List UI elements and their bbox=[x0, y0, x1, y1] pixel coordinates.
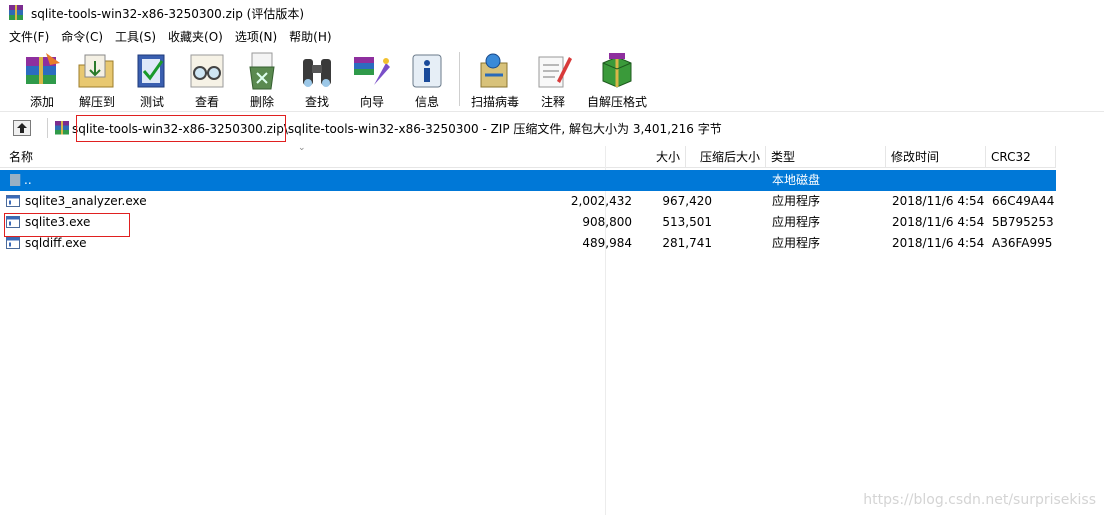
menu-help[interactable]: 帮助(H) bbox=[283, 27, 337, 47]
extract-folder-icon bbox=[78, 54, 114, 88]
menu-favorites[interactable]: 收藏夹(O) bbox=[162, 27, 229, 47]
row-size: 2,002,432 bbox=[570, 194, 632, 208]
find-label: 查找 bbox=[304, 95, 329, 109]
annotation-box-zip-name bbox=[76, 115, 286, 142]
row-crc32: A36FA995 bbox=[992, 236, 1053, 250]
file-list-header: ⌄ 名称 大小 压缩后大小 类型 修改时间 CRC32 bbox=[0, 143, 1056, 168]
extract-button[interactable]: 解压到 bbox=[70, 48, 124, 110]
info-label: 信息 bbox=[414, 95, 439, 109]
test-button[interactable]: 测试 bbox=[125, 48, 179, 110]
view-label: 查看 bbox=[194, 95, 219, 109]
delete-button[interactable]: 删除 bbox=[235, 48, 289, 110]
sfx-label: 自解压格式 bbox=[586, 95, 647, 109]
zip-archive-icon bbox=[55, 121, 69, 135]
find-button[interactable]: 查找 bbox=[290, 48, 344, 110]
row-size: 908,800 bbox=[582, 215, 632, 229]
add-label: 添加 bbox=[29, 95, 54, 109]
column-packed-size[interactable]: 压缩后大小 bbox=[686, 146, 766, 168]
window-title: sqlite-tools-win32-x86-3250300.zip (评估版本… bbox=[31, 6, 305, 21]
row-type: 应用程序 bbox=[772, 215, 821, 229]
winrar-app-icon bbox=[9, 5, 23, 20]
row-modified: 2018/11/6 4:54 bbox=[892, 236, 985, 250]
extract-label: 解压到 bbox=[78, 95, 115, 109]
scan-virus-label: 扫描病毒 bbox=[470, 95, 519, 109]
view-glasses-icon bbox=[190, 54, 224, 88]
row-type: 应用程序 bbox=[772, 194, 821, 208]
wizard-label: 向导 bbox=[359, 95, 384, 109]
sfx-button[interactable]: 自解压格式 bbox=[581, 48, 653, 110]
menu-options[interactable]: 选项(N) bbox=[229, 27, 283, 47]
annotation-box-sqlite3 bbox=[4, 213, 130, 237]
column-type[interactable]: 类型 bbox=[766, 146, 886, 168]
column-modified[interactable]: 修改时间 bbox=[886, 146, 986, 168]
row-name: sqlite3_analyzer.exe bbox=[25, 194, 147, 208]
comment-button[interactable]: 注释 bbox=[526, 48, 580, 110]
row-size: 489,984 bbox=[582, 236, 632, 250]
row-type: 本地磁盘 bbox=[772, 173, 821, 187]
file-list: .. 本地磁盘 sqlite3_analyzer.exe 2,002,432 9… bbox=[0, 170, 1104, 254]
exe-file-icon bbox=[6, 237, 20, 249]
winrar-window: sqlite-tools-win32-x86-3250300.zip (评估版本… bbox=[0, 0, 1104, 515]
comment-label: 注释 bbox=[540, 95, 565, 109]
title-bar: sqlite-tools-win32-x86-3250300.zip (评估版本… bbox=[0, 0, 1104, 26]
column-crc32[interactable]: CRC32 bbox=[986, 146, 1056, 168]
address-separator bbox=[47, 118, 48, 138]
up-folder-button[interactable] bbox=[13, 120, 31, 136]
row-packed-size: 281,741 bbox=[662, 236, 712, 250]
delete-recycle-icon bbox=[249, 52, 275, 90]
exe-file-icon bbox=[6, 195, 20, 207]
row-name: .. bbox=[24, 173, 32, 187]
row-type: 应用程序 bbox=[772, 236, 821, 250]
parent-folder-icon bbox=[10, 174, 21, 186]
comment-pen-icon bbox=[538, 56, 572, 88]
table-row[interactable]: sqlite3_analyzer.exe 2,002,432 967,420 应… bbox=[0, 191, 1056, 212]
row-crc32: 5B795253 bbox=[992, 215, 1054, 229]
column-size[interactable]: 大小 bbox=[606, 146, 686, 168]
test-label: 测试 bbox=[139, 95, 164, 109]
menu-bar: 文件(F) 命令(C) 工具(S) 收藏夹(O) 选项(N) 帮助(H) bbox=[0, 27, 338, 47]
menu-tools[interactable]: 工具(S) bbox=[109, 27, 162, 47]
scan-virus-icon bbox=[480, 53, 508, 88]
delete-label: 删除 bbox=[249, 95, 274, 109]
sfx-box-icon bbox=[602, 53, 632, 88]
test-checkmark-icon bbox=[137, 54, 165, 88]
add-button[interactable]: 添加 bbox=[15, 48, 69, 110]
menu-file[interactable]: 文件(F) bbox=[3, 27, 55, 47]
add-archive-icon bbox=[26, 53, 60, 84]
row-modified: 2018/11/6 4:54 bbox=[892, 194, 985, 208]
row-modified: 2018/11/6 4:54 bbox=[892, 215, 985, 229]
info-icon bbox=[412, 54, 442, 88]
row-packed-size: 513,501 bbox=[662, 215, 712, 229]
row-packed-size: 967,420 bbox=[662, 194, 712, 208]
menu-commands[interactable]: 命令(C) bbox=[55, 27, 109, 47]
table-row-parent-folder[interactable]: .. 本地磁盘 bbox=[0, 170, 1056, 191]
find-binoculars-icon bbox=[303, 59, 331, 87]
up-arrow-icon bbox=[17, 123, 27, 133]
scan-virus-button[interactable]: 扫描病毒 bbox=[465, 48, 525, 110]
table-row[interactable]: sqlite3.exe 908,800 513,501 应用程序 2018/11… bbox=[0, 212, 1056, 233]
toolbar: 添加 解压到 测试 查看 删除 查找 向导 信息 扫描病毒 注释 自解压格式 bbox=[0, 48, 1104, 112]
address-details: \sqlite-tools-win32-x86-3250300 - ZIP 压缩… bbox=[283, 121, 722, 136]
info-button[interactable]: 信息 bbox=[400, 48, 454, 110]
watermark: https://blog.csdn.net/surprisekiss bbox=[863, 492, 1096, 508]
wizard-button[interactable]: 向导 bbox=[345, 48, 399, 110]
view-button[interactable]: 查看 bbox=[180, 48, 234, 110]
wizard-icon bbox=[354, 57, 390, 85]
column-name[interactable]: 名称 bbox=[4, 146, 606, 168]
toolbar-separator bbox=[459, 52, 460, 106]
row-crc32: 66C49A44 bbox=[992, 194, 1055, 208]
table-row[interactable]: sqldiff.exe 489,984 281,741 应用程序 2018/11… bbox=[0, 233, 1056, 254]
